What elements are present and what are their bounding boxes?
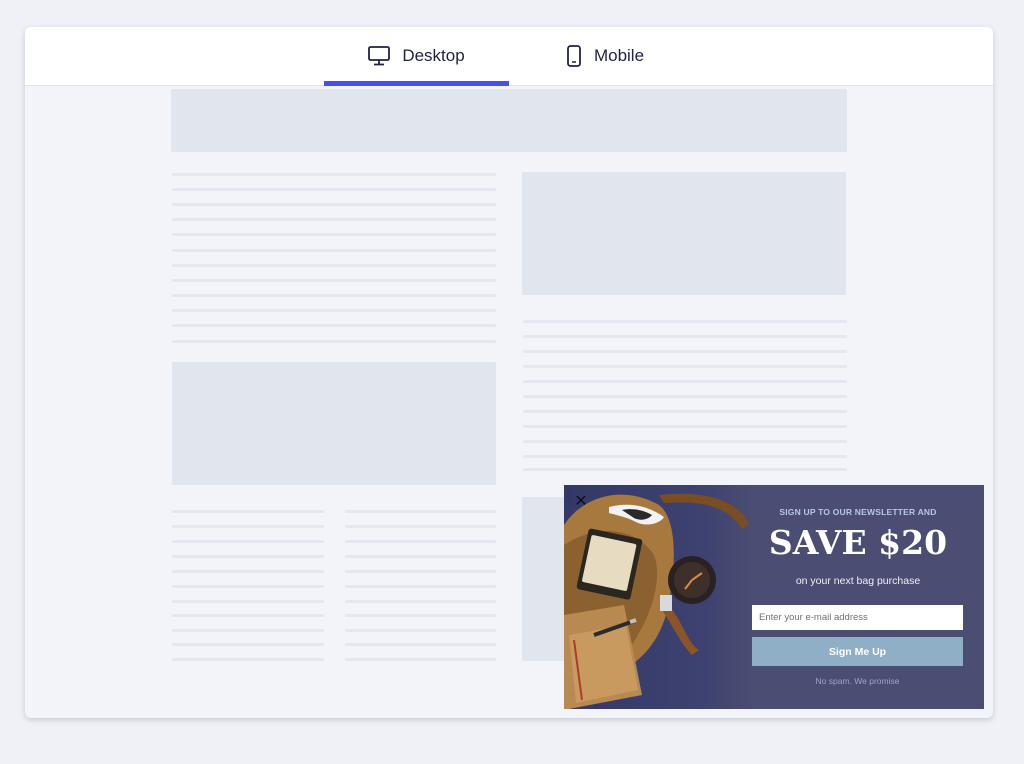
bag-photo xyxy=(564,485,754,709)
placeholder-text-lines xyxy=(523,320,847,471)
tab-mobile[interactable]: Mobile xyxy=(545,27,665,85)
active-tab-indicator xyxy=(324,81,509,86)
tab-desktop-label: Desktop xyxy=(402,46,465,65)
popup-subtext: on your next bag purchase xyxy=(795,575,921,587)
placeholder-text-lines xyxy=(345,510,496,662)
tab-desktop[interactable]: Desktop xyxy=(324,27,509,85)
popup-kicker: SIGN UP TO OUR NEWSLETTER AND xyxy=(779,507,937,517)
popup-headline: SAVE $20 xyxy=(768,523,948,562)
placeholder-header-block xyxy=(171,89,847,152)
placeholder-text-lines xyxy=(172,510,324,662)
newsletter-popup: ✕ SIGN UP TO OUR NEWSLETTER AND SAVE $20… xyxy=(564,485,984,709)
monitor-icon xyxy=(368,46,391,66)
email-input[interactable] xyxy=(752,605,963,630)
popup-disclaimer: No spam. We promise xyxy=(815,676,900,686)
sign-up-button[interactable]: Sign Me Up xyxy=(752,637,963,666)
phone-icon xyxy=(566,45,582,67)
placeholder-text-lines xyxy=(172,173,496,348)
tab-mobile-label: Mobile xyxy=(593,46,645,65)
close-icon[interactable]: ✕ xyxy=(573,493,589,509)
placeholder-image-block xyxy=(522,172,846,295)
placeholder-image-block xyxy=(172,362,496,485)
device-tab-bar: Desktop Mobile xyxy=(25,27,993,86)
preview-card: Desktop Mobile ✕ SIGN UP TO OUR NEWSLETT… xyxy=(25,27,993,718)
